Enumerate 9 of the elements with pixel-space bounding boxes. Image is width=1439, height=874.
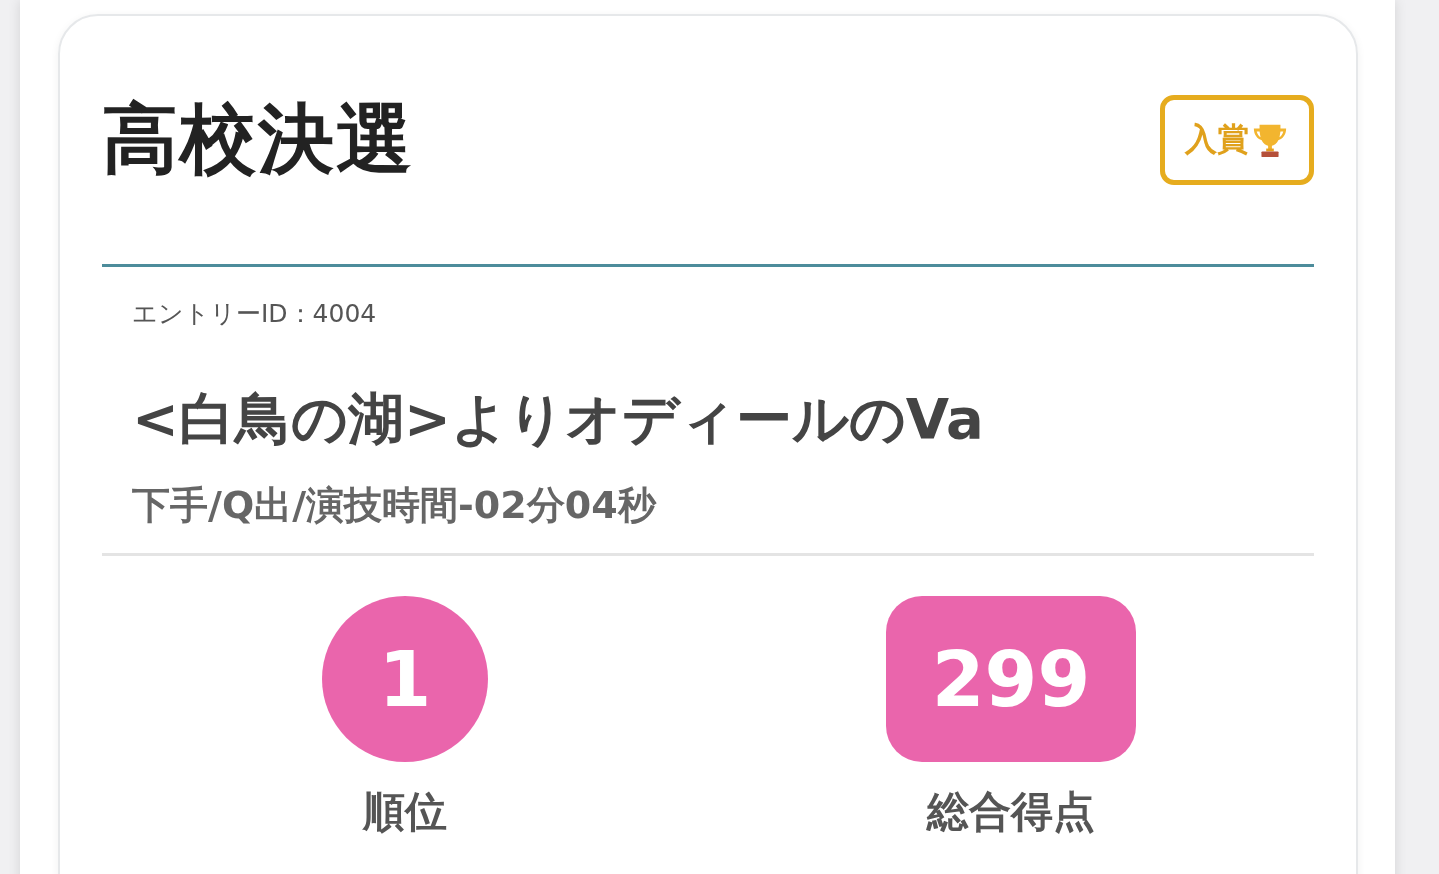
stat-label: 順位 [363, 786, 447, 838]
performance-details: 下手/Q出/演技時間-02分04秒 [132, 482, 658, 529]
entry-id: エントリーID：4004 [132, 298, 378, 330]
score-badge: 299 [886, 596, 1136, 762]
rank-circle: 1 [322, 596, 488, 762]
stat-label: 総合得点 [927, 786, 1095, 838]
piece-title: <白鳥の湖>よりオディールのVa [132, 385, 985, 453]
badge-label: 入賞 [1185, 119, 1249, 160]
section-title: 高校決選 [102, 92, 414, 185]
